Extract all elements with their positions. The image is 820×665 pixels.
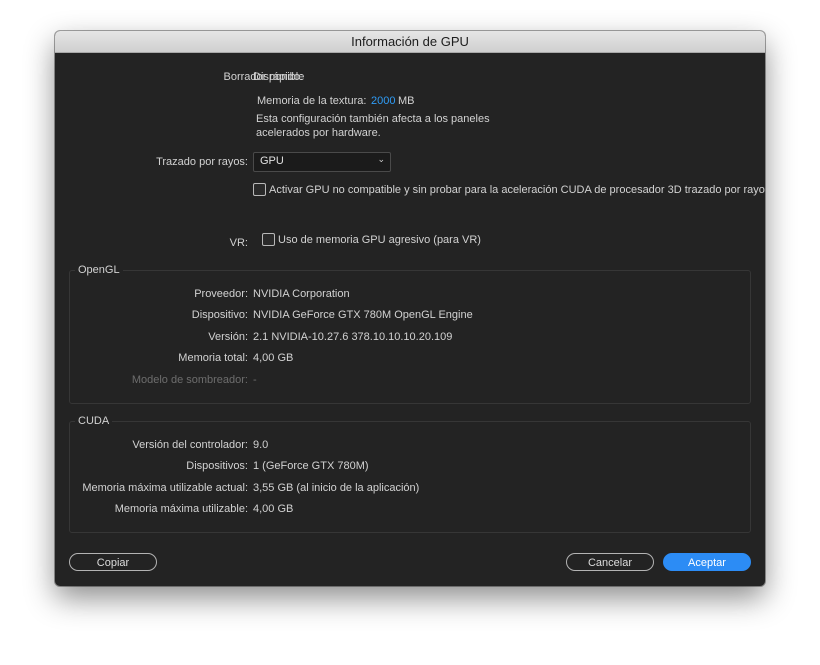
cuda-max-memory-label: Memoria máxima utilizable: — [114, 503, 248, 515]
unsupported-gpu-label: Activar GPU no compatible y sin probar p… — [269, 184, 765, 196]
opengl-device-label: Dispositivo: — [191, 309, 248, 321]
opengl-total-memory-value: 4,00 GB — [253, 352, 294, 364]
texture-memory-note-1: Esta configuración también afecta a los … — [256, 113, 490, 125]
fast-eraser-value: Disponible — [253, 71, 305, 83]
texture-memory-label: Memoria de la textura: — [257, 95, 367, 107]
texture-memory-note-2: acelerados por hardware. — [256, 127, 381, 139]
vr-label: VR: — [229, 237, 248, 249]
opengl-shader-model-label: Modelo de sombreador: — [131, 374, 248, 386]
opengl-device-value: NVIDIA GeForce GTX 780M OpenGL Engine — [253, 309, 473, 321]
dialog-title: Información de GPU — [55, 31, 765, 53]
accept-button[interactable]: Aceptar — [663, 553, 751, 571]
aggressive-gpu-memory-label: Uso de memoria GPU agresivo (para VR) — [278, 234, 481, 246]
opengl-version-label: Versión: — [208, 331, 248, 343]
cuda-current-max-memory-value: 3,55 GB (al inicio de la aplicación) — [253, 482, 420, 494]
opengl-group-title: OpenGL — [75, 263, 123, 277]
texture-memory-unit: MB — [398, 95, 415, 107]
cuda-current-max-memory-label: Memoria máxima utilizable actual: — [82, 482, 248, 494]
texture-memory-value[interactable]: 2000 — [371, 94, 395, 108]
cuda-driver-version-label: Versión del controlador: — [132, 439, 248, 451]
unsupported-gpu-checkbox[interactable] — [253, 183, 266, 196]
ray-tracing-selected: GPU — [260, 155, 284, 167]
opengl-vendor-value: NVIDIA Corporation — [253, 288, 350, 300]
cuda-max-memory-value: 4,00 GB — [253, 503, 294, 515]
cuda-driver-version-value: 9.0 — [253, 439, 269, 451]
cuda-group-title: CUDA — [75, 414, 113, 428]
copy-button[interactable]: Copiar — [69, 553, 157, 571]
cuda-devices-label: Dispositivos: — [186, 460, 248, 472]
chevron-down-icon: ⌄ — [377, 154, 385, 164]
opengl-vendor-label: Proveedor: — [194, 288, 248, 300]
ray-tracing-label: Trazado por rayos: — [156, 156, 248, 168]
cancel-button[interactable]: Cancelar — [566, 553, 654, 571]
aggressive-gpu-memory-checkbox[interactable] — [262, 233, 275, 246]
opengl-shader-model-value: - — [253, 374, 257, 386]
cuda-devices-value: 1 (GeForce GTX 780M) — [253, 460, 369, 472]
ray-tracing-select[interactable]: GPU ⌄ — [253, 152, 391, 172]
opengl-total-memory-label: Memoria total: — [178, 352, 248, 364]
gpu-info-dialog: Información de GPU Borrador rápido: Disp… — [55, 31, 765, 586]
opengl-version-value: 2.1 NVIDIA-10.27.6 378.10.10.10.20.109 — [253, 331, 453, 343]
